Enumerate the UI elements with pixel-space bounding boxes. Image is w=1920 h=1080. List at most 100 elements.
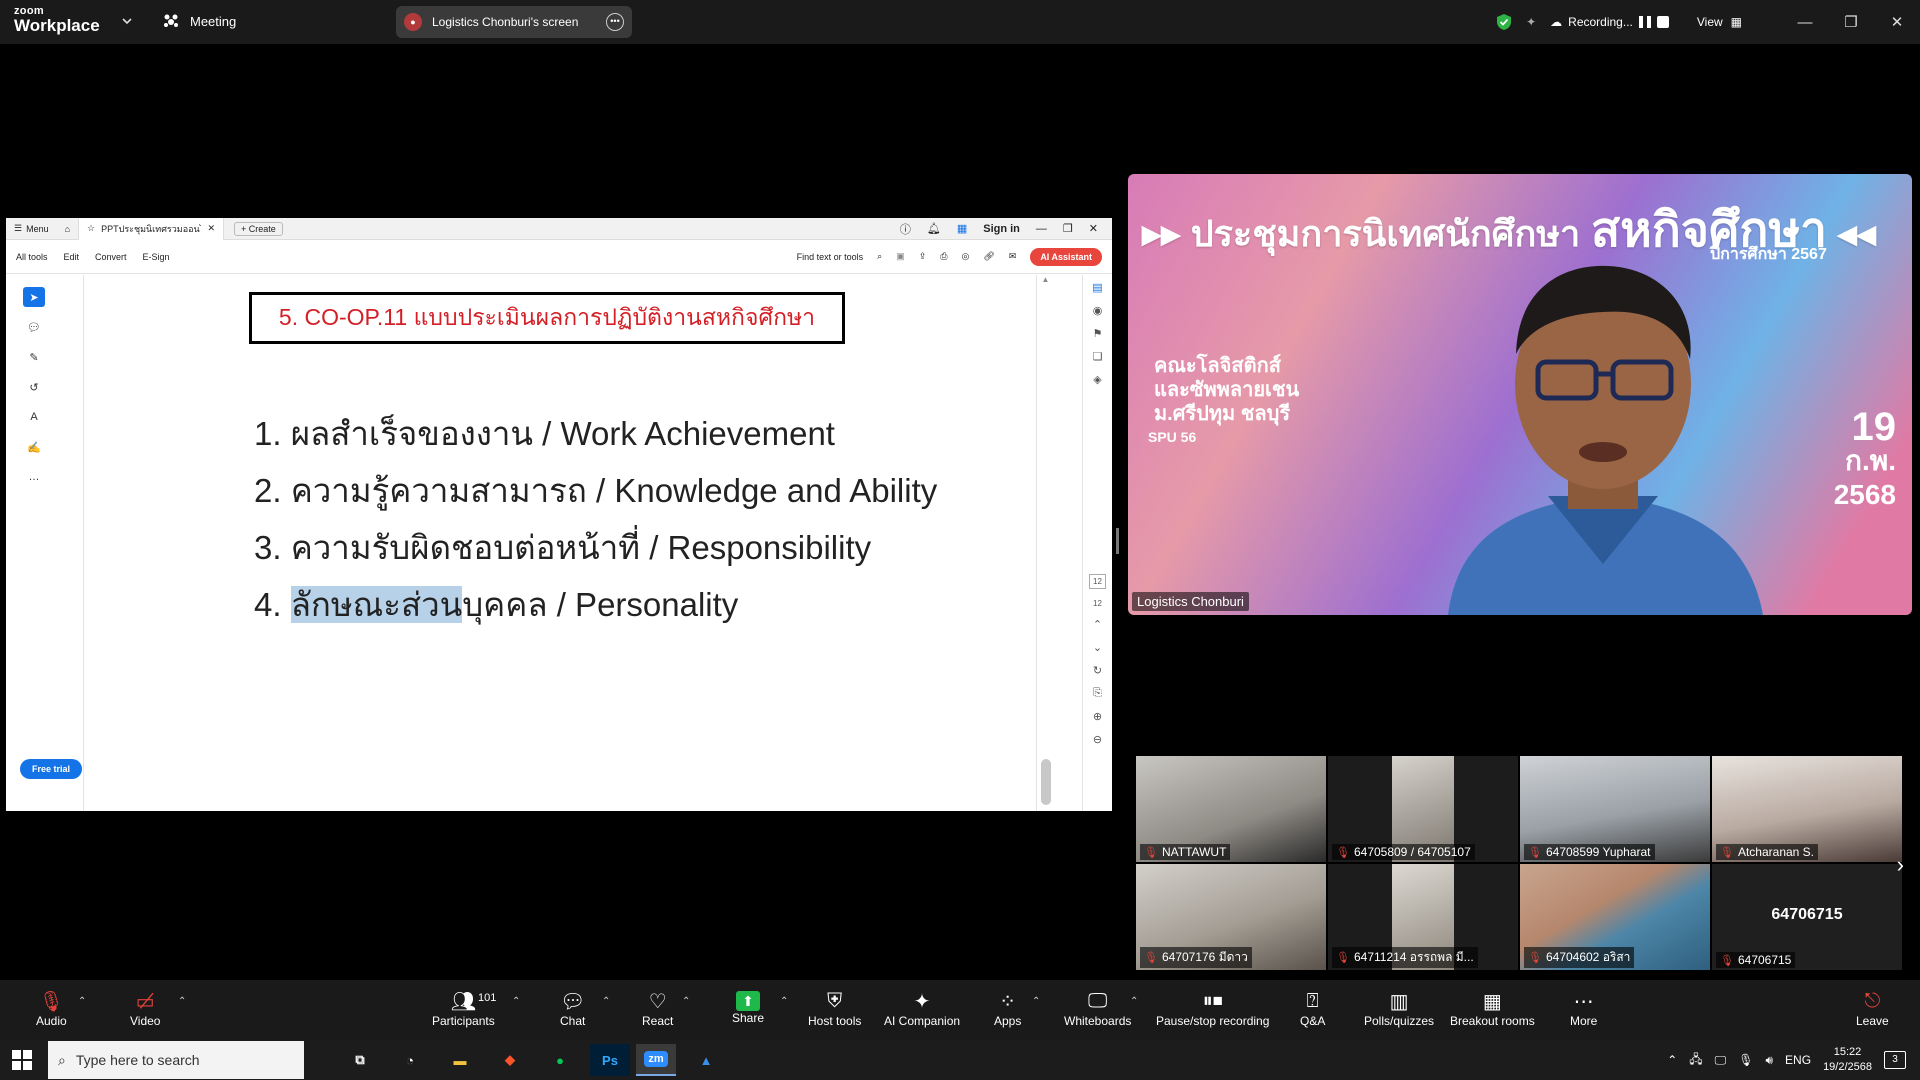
comments-panel-icon[interactable]: ◉ [1093,304,1103,317]
whiteboards-chevron-icon[interactable]: ⌃ [1130,996,1138,1007]
audio-options-chevron-icon[interactable]: ⌃ [78,996,86,1007]
extract-page-icon[interactable]: ⎘ [1093,687,1102,700]
whiteboards-button[interactable]: 🖵︎ Whiteboards [1064,988,1131,1029]
copilot-icon[interactable]: ◔ [390,1044,430,1076]
sign-in-button[interactable]: Sign in [983,223,1020,235]
minimize-button[interactable]: — [1782,0,1828,44]
participant-tile[interactable]: 🎙︎ 64711214 อรรถพล มี... [1328,864,1518,970]
video-options-chevron-icon[interactable]: ⌃ [178,996,186,1007]
bell-icon[interactable]: 🔔︎ [927,222,941,235]
print-icon[interactable]: ⎙ [940,251,947,262]
host-tools-button[interactable]: ⛨ Host tools [808,988,861,1029]
zoom-in-icon[interactable]: ⊕ [1093,710,1102,723]
pause-stop-recording-button[interactable]: ⏸⏹ Pause/stop recording [1156,988,1269,1029]
acrobat-close-button[interactable]: ✕ [1089,222,1098,235]
bookmark-icon[interactable]: ⚑ [1093,327,1103,340]
zoom-out-icon[interactable]: ⊖ [1093,733,1102,746]
search-icon[interactable]: ⌕ [877,251,882,262]
apps-button[interactable]: ⁘ Apps [994,988,1021,1029]
volume-icon[interactable]: 🔊︎ [1765,1053,1773,1068]
gallery-next-icon[interactable]: › [1897,852,1904,878]
rotate-icon[interactable]: ↻ [1093,664,1102,677]
network-icon[interactable]: 🖧︎ [1689,1050,1702,1071]
page-down-icon[interactable]: ⌄ [1093,641,1102,654]
zoom-app-icon[interactable]: zm [636,1044,676,1076]
participant-tile[interactable]: 🎙︎ 64704602 อริสา [1520,864,1710,970]
acrobat-restore-button[interactable]: ❐ [1063,222,1073,235]
draw-lasso-icon[interactable]: ↺ [23,377,45,397]
tool-edit[interactable]: Edit [64,252,80,262]
share-button[interactable]: ⬆ Share [732,988,764,1025]
acrobat-menu[interactable]: ☰ Menu [6,223,57,234]
brave-browser-icon[interactable]: ◆ [490,1044,530,1076]
help-icon[interactable]: ⓘ [900,221,911,237]
tray-overflow-icon[interactable]: ⌃ [1667,1053,1677,1067]
pages-icon[interactable]: ❏ [1093,350,1103,363]
windows-start-icon[interactable] [12,1050,32,1070]
pause-recording-icon[interactable] [1638,16,1651,28]
participant-tile[interactable]: 🎙︎ Atcharanan S. [1712,756,1902,862]
stamp-icon[interactable]: ✍ [23,437,45,457]
participant-tile[interactable]: 🎙︎ 64707176 มีดาว [1136,864,1326,970]
polls-button[interactable]: ▥ Polls/quizzes [1364,988,1434,1029]
select-cursor-icon[interactable]: ➤ [23,287,45,307]
save-icon[interactable]: ▣ [896,251,905,262]
participant-tile[interactable]: 🎙︎ 64705809 / 64705107 [1328,756,1518,862]
share-link-icon[interactable]: ◎ [961,251,969,262]
organize-icon[interactable]: ▤ [1092,281,1102,294]
ai-companion-button[interactable]: ✦ AI Companion [884,988,960,1029]
taskbar-search[interactable]: ⌕ Type here to search [48,1041,304,1079]
split-view-handle[interactable] [1116,528,1119,554]
apps-grid-icon[interactable]: ▦ [957,222,967,235]
display-icon[interactable]: 🖵︎ [1715,1053,1727,1068]
more-button[interactable]: ⋯ More [1570,988,1597,1029]
tool-esign[interactable]: E-Sign [143,252,170,262]
microphone-icon[interactable]: 🎙︎ [1738,1053,1753,1067]
apps-chevron-icon[interactable]: ⌃ [1032,996,1040,1007]
share-chevron-icon[interactable]: ⌃ [780,996,788,1007]
participant-tile[interactable]: 64706715 🎙︎ 64706715 [1712,864,1902,970]
more-tools-icon[interactable]: … [23,467,45,487]
free-trial-button[interactable]: Free trial [20,759,83,779]
video-button[interactable]: ▭̸ Video [130,988,160,1029]
task-view-icon[interactable]: ⧉ [340,1044,380,1076]
highlight-pen-icon[interactable]: ✎ [23,347,45,367]
tool-all-tools[interactable]: All tools [16,252,48,262]
scroll-thumb[interactable] [1041,759,1051,805]
photoshop-icon[interactable]: Ps [590,1044,630,1076]
react-chevron-icon[interactable]: ⌃ [682,996,690,1007]
chat-button[interactable]: 💬︎ Chat [560,988,585,1029]
chat-chevron-icon[interactable]: ⌃ [602,996,610,1007]
home-icon[interactable]: ⌂ [57,224,78,234]
language-indicator[interactable]: ENG [1785,1053,1811,1067]
acrobat-minimize-button[interactable]: — [1036,223,1047,235]
current-page-number[interactable]: 12 [1089,574,1106,589]
close-button[interactable]: ✕ [1874,0,1920,44]
audio-button[interactable]: 🎙︎ Audio [36,988,67,1029]
participant-tile[interactable]: 🎙︎ 64708599 Yupharat [1520,756,1710,862]
more-options-icon[interactable]: ••• [606,13,624,31]
scroll-up-icon[interactable]: ▲ [1037,275,1054,284]
qa-button[interactable]: ⍰ Q&A [1300,988,1325,1029]
line-app-icon[interactable]: ● [540,1044,580,1076]
chevron-down-icon[interactable] [120,14,134,28]
security-shield-icon[interactable] [1496,13,1512,31]
stop-recording-icon[interactable] [1656,16,1669,28]
upload-icon[interactable]: ⇪ [919,251,927,262]
close-tab-icon[interactable]: ✕ [207,223,215,234]
ai-assistant-button[interactable]: AI Assistant [1030,247,1102,266]
view-button[interactable]: View ▦ [1697,15,1742,29]
find-tools-input[interactable]: Find text or tools [797,252,864,262]
document-tab[interactable]: ☆ PPTประชุมนิเทศรวมออนไลน์... ✕ [78,217,225,240]
meeting-menu[interactable]: Meeting [162,13,236,29]
page-up-icon[interactable]: ⌃ [1093,618,1102,631]
tool-convert[interactable]: Convert [95,252,127,262]
link-icon[interactable]: 🔗︎ [983,251,994,262]
file-explorer-icon[interactable]: ▬ [440,1044,480,1076]
vertical-scrollbar[interactable]: ▲ [1036,275,1054,811]
create-button[interactable]: + Create [234,221,283,236]
sparkle-icon[interactable]: ✦ [1526,15,1536,29]
mail-icon[interactable]: ✉ [1009,251,1017,262]
clock[interactable]: 15:22 19/2/2568 [1823,1045,1872,1075]
speaker-video[interactable]: ▸▸ ประชุมการนิเทศนักศึกษา สหกิจศึกษา ◂◂ … [1128,174,1912,615]
